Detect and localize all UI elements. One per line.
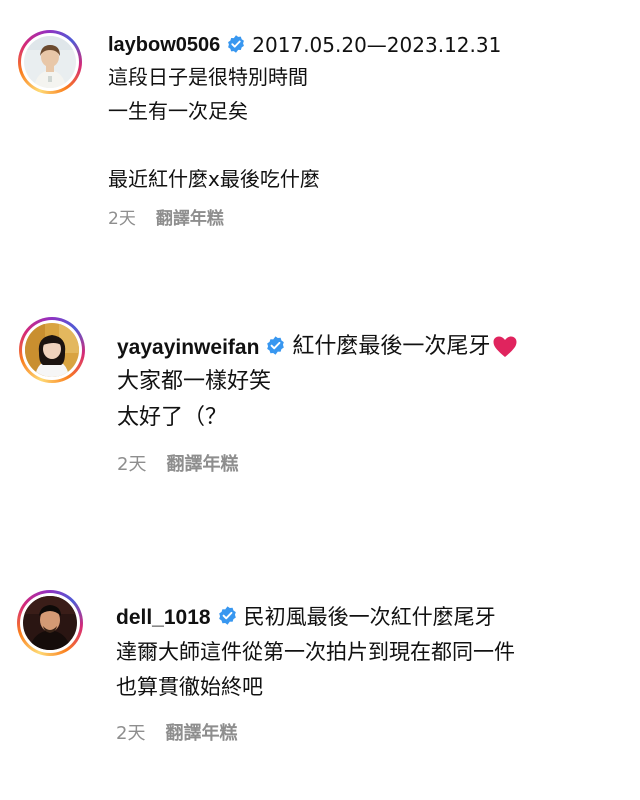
username[interactable]: yayayinweifan xyxy=(117,337,259,358)
comment-text-line: 這段日子是很特別時間 xyxy=(108,65,308,89)
comment-text-line: 最近紅什麼x最後吃什麼 xyxy=(108,167,320,191)
avatar-ring[interactable] xyxy=(18,30,82,94)
avatar-ring[interactable] xyxy=(19,317,85,383)
comment-text-line: 大家都一樣好笑 xyxy=(117,369,272,394)
comment-text-line xyxy=(108,128,501,162)
avatar[interactable] xyxy=(24,36,76,88)
comment-text-line: 達爾大師這件從第一次拍片到現在都同一件 xyxy=(116,640,515,664)
translate-button[interactable]: 翻譯年糕 xyxy=(166,450,238,476)
verified-badge-icon xyxy=(226,34,246,57)
comment-item: dell_1018 民初風最後一次紅什麼尾牙 達爾大師這件從第一次拍片到現在都同… xyxy=(0,570,640,770)
avatar-ring[interactable] xyxy=(17,590,83,656)
comment-time: 2天 xyxy=(116,723,146,744)
translate-button[interactable]: 翻譯年糕 xyxy=(165,719,237,745)
comment-text-line: 一生有一次足矣 xyxy=(108,99,248,123)
comment-item: laybow0506 2017.05.20—2023.12.31 這段日子是很特… xyxy=(0,0,640,260)
comment-text: 2017.05.20—2023.12.31 xyxy=(252,33,502,57)
username[interactable]: dell_1018 xyxy=(116,607,211,628)
heart-emoji xyxy=(492,335,518,359)
comment-text: 紅什麼最後一次尾牙 xyxy=(292,334,491,359)
avatar[interactable] xyxy=(25,323,79,377)
comment-time: 2天 xyxy=(117,454,147,475)
comment-text-line: 太好了（？ xyxy=(117,405,228,430)
comment-time: 2天 xyxy=(108,208,136,229)
translate-button[interactable]: 翻譯年糕 xyxy=(156,204,224,229)
verified-badge-icon xyxy=(265,335,286,359)
comment-item: yayayinweifan 紅什麼最後一次尾牙 大家都一樣好笑 太好了（？ 2天… xyxy=(0,300,640,500)
comment-text-line: 也算貫徹始終吧 xyxy=(116,675,263,699)
username[interactable]: laybow0506 xyxy=(108,35,220,55)
verified-badge-icon xyxy=(217,605,238,629)
comment-text: 民初風最後一次紅什麼尾牙 xyxy=(243,604,496,629)
avatar[interactable] xyxy=(23,596,77,650)
